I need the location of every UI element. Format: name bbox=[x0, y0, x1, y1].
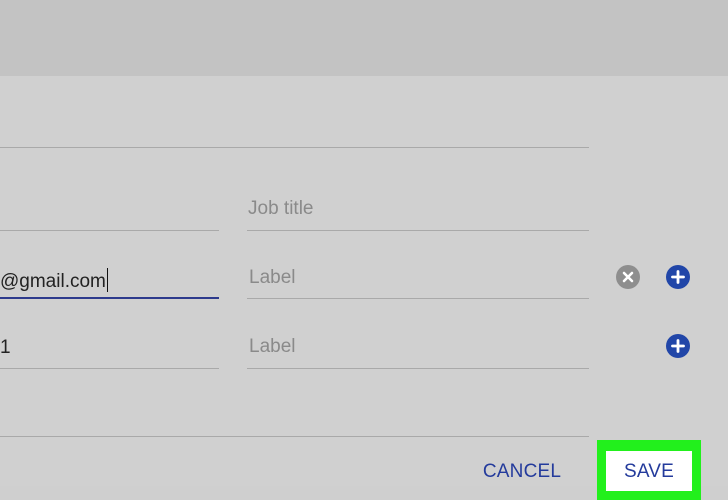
window-header-band bbox=[0, 0, 728, 76]
add-phone-button[interactable] bbox=[666, 334, 690, 358]
email-label-field[interactable]: Label bbox=[249, 267, 296, 289]
phone-label-underline bbox=[247, 368, 589, 369]
save-button[interactable]: SAVE bbox=[606, 451, 692, 491]
phone-label-field[interactable]: Label bbox=[249, 336, 296, 358]
remove-circle-icon bbox=[622, 271, 634, 283]
bottom-field-underline[interactable] bbox=[0, 436, 589, 437]
email-value: @gmail.com bbox=[0, 271, 106, 292]
add-email-button[interactable] bbox=[666, 265, 690, 289]
phone-field[interactable]: 1 bbox=[0, 337, 11, 359]
email-label-underline bbox=[247, 298, 589, 299]
email-field-underline bbox=[0, 297, 219, 299]
remove-email-button[interactable] bbox=[616, 265, 640, 289]
add-circle-icon bbox=[671, 339, 685, 353]
add-circle-icon bbox=[671, 270, 685, 284]
job-title-field[interactable]: Job title bbox=[248, 198, 313, 220]
company-field-underline[interactable] bbox=[0, 230, 219, 231]
top-field-underline[interactable] bbox=[0, 147, 589, 148]
text-cursor bbox=[106, 268, 109, 292]
phone-field-underline bbox=[0, 368, 219, 369]
email-field[interactable]: @gmail.com bbox=[0, 268, 109, 293]
cancel-button[interactable]: CANCEL bbox=[474, 457, 570, 487]
job-title-field-underline bbox=[247, 230, 589, 231]
